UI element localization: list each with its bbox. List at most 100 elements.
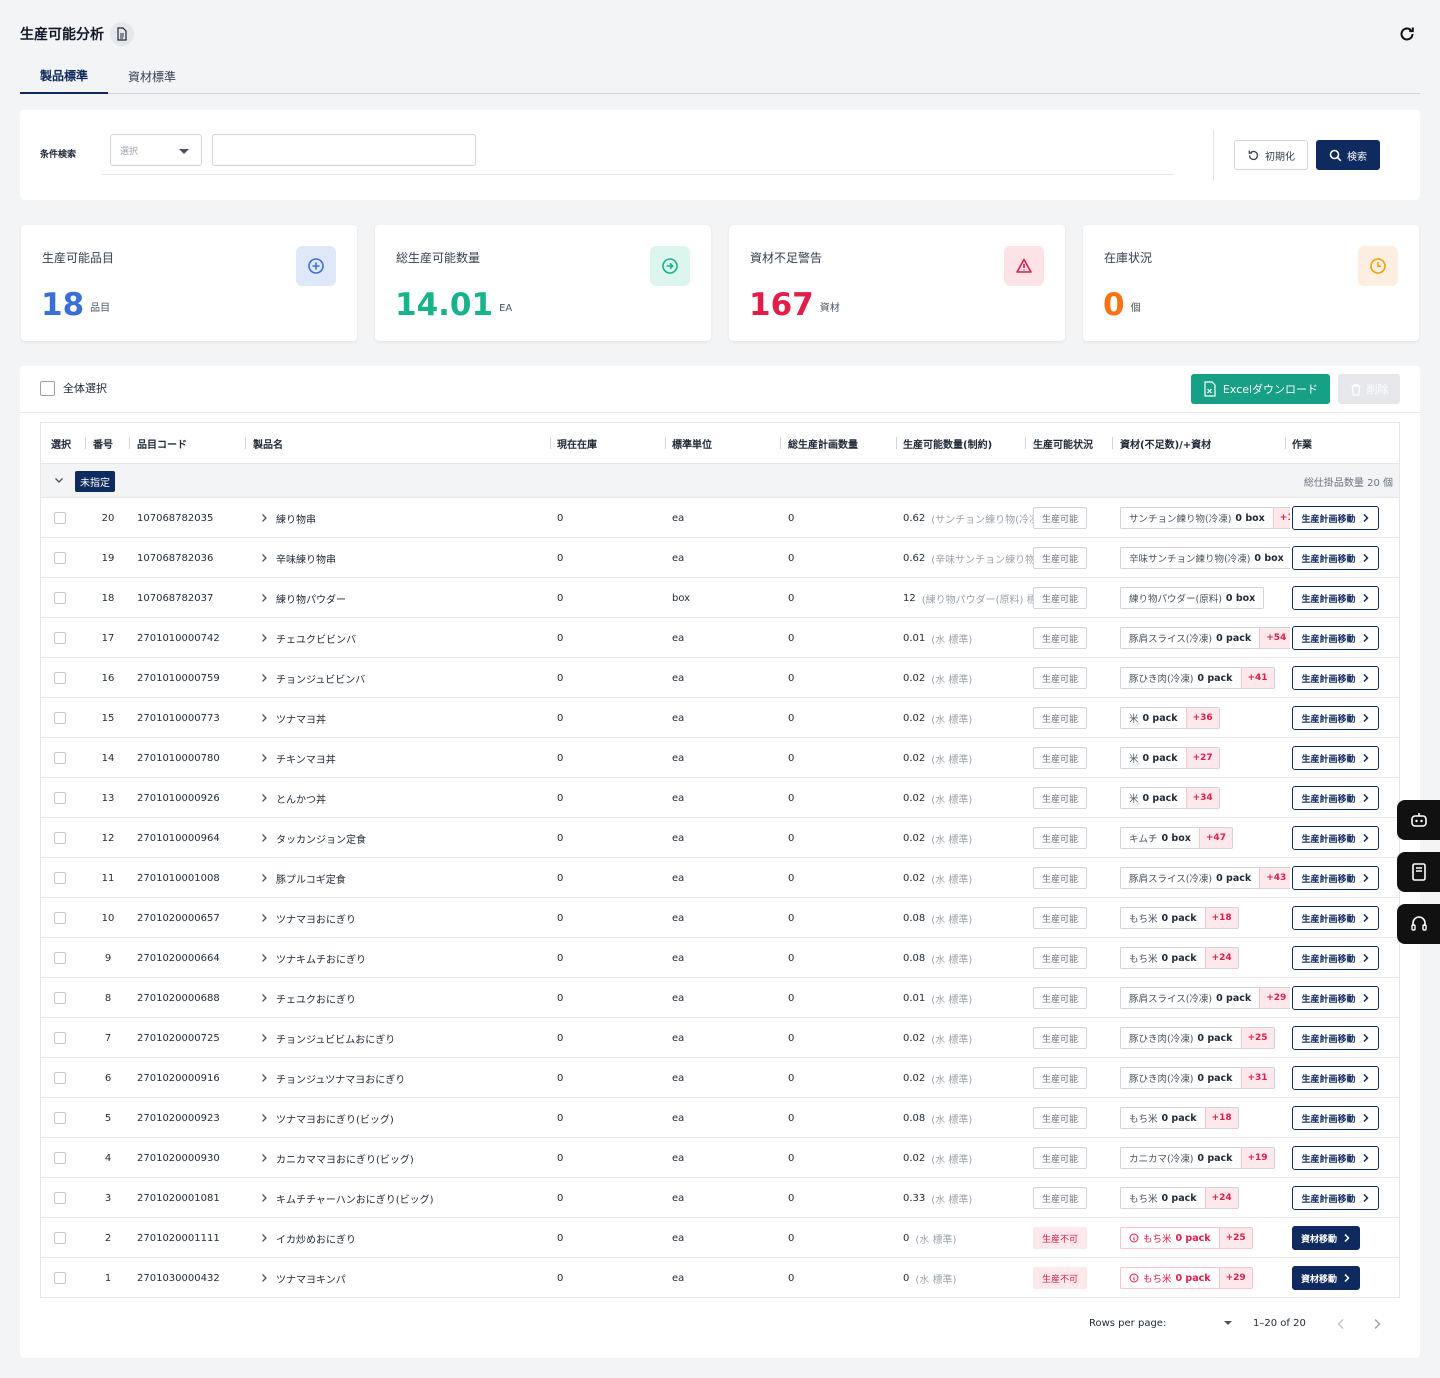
product-name-cell[interactable]: 豚プルコギ定食 [259,858,346,898]
row-checkbox-cell[interactable] [54,698,66,738]
row-checkbox-cell[interactable] [54,1178,66,1218]
product-name-cell[interactable]: とんかつ丼 [259,778,326,818]
tab-product-standard[interactable]: 製品標準 [20,58,109,94]
production-plan-move-button[interactable]: 生産計画移動 [1292,786,1379,810]
product-name-cell[interactable]: チョンジュツナマヨおにぎり [259,1058,405,1098]
search-button[interactable]: 検索 [1316,140,1380,170]
group-row[interactable]: 未指定 総仕掛品数量 20 個 [41,463,1399,498]
production-plan-move-button[interactable]: 生産計画移動 [1292,946,1379,970]
delete-button[interactable]: 削除 [1338,374,1400,404]
row-checkbox[interactable] [54,1192,66,1204]
select-all-checkbox[interactable] [40,380,55,396]
row-checkbox-cell[interactable] [54,618,66,658]
production-plan-move-button[interactable]: 生産計画移動 [1292,1146,1379,1170]
chevron-right-icon[interactable] [259,1073,269,1083]
row-checkbox[interactable] [54,672,66,684]
row-checkbox[interactable] [54,1232,66,1244]
product-name-cell[interactable]: チェユクビビンバ [259,618,356,658]
production-plan-move-button[interactable]: 生産計画移動 [1292,826,1379,850]
table-row[interactable]: 20 107068782035 練り物串 0 ea 0 0.62 (サンチョン練り物(冷凍 生産… [41,498,1399,538]
production-plan-move-button[interactable]: 生産計画移動 [1292,866,1379,890]
chevron-right-icon[interactable] [259,753,269,763]
product-name-cell[interactable]: ツナマヨ丼 [259,698,326,738]
chevron-down-icon[interactable] [53,474,65,486]
product-name-cell[interactable]: チキンマヨ丼 [259,738,336,778]
document-icon[interactable] [110,22,134,46]
row-checkbox[interactable] [54,832,66,844]
row-checkbox-cell[interactable] [54,738,66,778]
product-name-cell[interactable]: チョンジュビビムおにぎり [259,1018,395,1058]
rows-per-page-select[interactable] [1180,1314,1240,1334]
product-name-cell[interactable]: カニカママヨおにぎり(ビッグ) [259,1138,414,1178]
chevron-right-icon[interactable] [259,993,269,1003]
production-plan-move-button[interactable]: 生産計画移動 [1292,1066,1379,1090]
chevron-right-icon[interactable] [259,913,269,923]
product-name-cell[interactable]: チョンジュビビンバ [259,658,365,698]
product-name-cell[interactable]: ツナマヨおにぎり(ビッグ) [259,1098,394,1138]
production-plan-move-button[interactable]: 生産計画移動 [1292,1026,1379,1050]
headset-icon[interactable] [1397,904,1440,944]
row-checkbox-cell[interactable] [54,1018,66,1058]
row-checkbox[interactable] [54,552,66,564]
table-row[interactable]: 8 2701020000688 チェユクおにぎり 0 ea 0 0.01 (水 標準) 生産可能… [41,978,1399,1018]
row-checkbox[interactable] [54,512,66,524]
chevron-right-icon[interactable] [259,833,269,843]
table-row[interactable]: 1 2701030000432 ツナマヨキンパ 0 ea 0 0 (水 標準) 生産不可 もち米 0… [41,1258,1399,1297]
table-row[interactable]: 15 2701010000773 ツナマヨ丼 0 ea 0 0.02 (水 標準) 生産可能米 0… [41,698,1399,738]
product-name-cell[interactable]: チェユクおにぎり [259,978,356,1018]
table-row[interactable]: 14 2701010000780 チキンマヨ丼 0 ea 0 0.02 (水 標準) 生産可能 米… [41,738,1399,778]
product-name-cell[interactable]: ツナマヨキンパ [259,1258,346,1297]
table-row[interactable]: 3 2701020001081 キムチチャーハンおにぎり(ビッグ) 0 ea 0 0.33 (… [41,1178,1399,1218]
chevron-left-icon[interactable] [1333,1316,1349,1332]
chevron-right-icon[interactable] [259,953,269,963]
chevron-right-icon[interactable] [259,633,269,643]
table-row[interactable]: 4 2701020000930 カニカママヨおにぎり(ビッグ) 0 ea 0 0.02 (水 … [41,1138,1399,1178]
chevron-right-icon[interactable] [259,513,269,523]
table-row[interactable]: 7 2701020000725 チョンジュビビムおにぎり 0 ea 0 0.02 (水 標準)… [41,1018,1399,1058]
table-row[interactable]: 16 2701010000759 チョンジュビビンバ 0 ea 0 0.02 (水 標準) 生産… [41,658,1399,698]
search-select[interactable]: 選択 [110,134,202,166]
product-name-cell[interactable]: キムチチャーハンおにぎり(ビッグ) [259,1178,434,1218]
production-plan-move-button[interactable]: 生産計画移動 [1292,986,1379,1010]
row-checkbox-cell[interactable] [54,538,66,578]
production-plan-move-button[interactable]: 生産計画移動 [1292,626,1379,650]
row-checkbox-cell[interactable] [54,1258,66,1297]
row-checkbox-cell[interactable] [54,1138,66,1178]
chevron-right-icon[interactable] [1369,1316,1385,1332]
table-row[interactable]: 17 2701010000742 チェユクビビンバ 0 ea 0 0.01 (水 標準) 生産可… [41,618,1399,658]
row-checkbox[interactable] [54,1272,66,1284]
row-checkbox-cell[interactable] [54,1098,66,1138]
production-plan-move-button[interactable]: 生産計画移動 [1292,1106,1379,1130]
production-plan-move-button[interactable]: 生産計画移動 [1292,546,1379,570]
row-checkbox-cell[interactable] [54,898,66,938]
chevron-right-icon[interactable] [259,873,269,883]
chevron-right-icon[interactable] [259,1113,269,1123]
material-move-button[interactable]: 資材移動 [1292,1226,1360,1250]
product-name-cell[interactable]: 練り物パウダー [259,578,346,618]
table-row[interactable]: 2 2701020001111 イカ炒めおにぎり 0 ea 0 0 (水 標準) 生産不可 もち米… [41,1218,1399,1258]
product-name-cell[interactable]: ツナキムチおにぎり [259,938,366,978]
production-plan-move-button[interactable]: 生産計画移動 [1292,906,1379,930]
row-checkbox[interactable] [54,1152,66,1164]
row-checkbox-cell[interactable] [54,858,66,898]
material-move-button[interactable]: 資材移動 [1292,1266,1360,1290]
product-name-cell[interactable]: 辛味練り物串 [259,538,336,578]
chevron-right-icon[interactable] [259,1233,269,1243]
row-checkbox-cell[interactable] [54,778,66,818]
chevron-right-icon[interactable] [259,673,269,683]
row-checkbox-cell[interactable] [54,978,66,1018]
row-checkbox-cell[interactable] [54,818,66,858]
search-input[interactable] [212,134,476,166]
table-row[interactable]: 5 2701020000923 ツナマヨおにぎり(ビッグ) 0 ea 0 0.08 (水 標準… [41,1098,1399,1138]
row-checkbox[interactable] [54,792,66,804]
row-checkbox-cell[interactable] [54,498,66,538]
product-name-cell[interactable]: イカ炒めおにぎり [259,1218,356,1258]
chevron-right-icon[interactable] [259,713,269,723]
chevron-right-icon[interactable] [259,1273,269,1283]
production-plan-move-button[interactable]: 生産計画移動 [1292,706,1379,730]
tab-material-standard[interactable]: 資材標準 [108,58,196,94]
production-plan-move-button[interactable]: 生産計画移動 [1292,586,1379,610]
chevron-right-icon[interactable] [259,793,269,803]
refresh-icon[interactable] [1396,23,1418,45]
row-checkbox[interactable] [54,912,66,924]
